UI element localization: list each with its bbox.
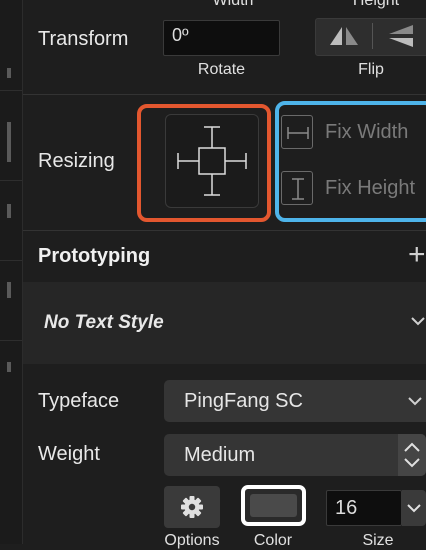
strip-divider <box>0 340 22 341</box>
resizing-constraint-widget[interactable] <box>165 114 259 208</box>
flip-label: Flip <box>358 61 384 78</box>
typeface-select[interactable]: PingFang SC <box>164 380 426 422</box>
flip-vertical-button[interactable] <box>373 19 426 53</box>
fix-height-icon <box>281 171 313 205</box>
strip-marker <box>7 122 11 162</box>
text-style-bar[interactable]: No Text Style <box>23 282 426 364</box>
flip-horizontal-button[interactable] <box>316 19 372 53</box>
color-swatch <box>250 494 297 517</box>
strip-marker <box>7 204 11 218</box>
fix-width-icon <box>281 115 313 149</box>
chevron-down-icon <box>407 504 421 513</box>
left-toolbar-strip <box>0 0 23 544</box>
text-color-well[interactable] <box>241 485 306 526</box>
transform-label: Transform <box>38 28 129 50</box>
height-label: Height <box>352 0 400 9</box>
strip-marker <box>7 362 11 372</box>
flip-horizontal-icon <box>330 27 358 45</box>
rotate-input[interactable]: 0º <box>163 20 280 56</box>
strip-divider <box>0 180 22 181</box>
add-prototyping-button[interactable]: + <box>408 238 426 272</box>
size-label: Size <box>362 532 394 549</box>
text-options-button[interactable] <box>164 486 220 528</box>
gear-icon <box>181 496 203 518</box>
width-label: Width <box>212 0 254 9</box>
chevron-down-icon <box>411 317 425 326</box>
options-label: Options <box>164 532 220 549</box>
section-divider <box>23 230 426 231</box>
strip-divider <box>0 90 22 91</box>
weight-label: Weight <box>38 443 100 465</box>
fix-width-option[interactable]: Fix Width <box>281 114 426 150</box>
weight-select[interactable]: Medium <box>164 434 426 476</box>
flip-vertical-icon <box>389 25 413 47</box>
color-label: Color <box>253 532 293 549</box>
fix-width-label: Fix Width <box>325 120 409 143</box>
fix-height-option[interactable]: Fix Height <box>281 170 426 206</box>
font-size-input[interactable]: 16 <box>326 490 402 526</box>
weight-stepper[interactable] <box>398 434 426 476</box>
up-down-chevron-icon <box>404 442 420 468</box>
fix-height-label: Fix Height <box>325 176 416 199</box>
strip-marker <box>7 282 11 298</box>
chevron-down-icon <box>408 397 422 406</box>
font-size-dropdown[interactable] <box>402 490 426 526</box>
strip-divider <box>0 260 22 261</box>
prototyping-title: Prototyping <box>38 245 151 267</box>
rotate-label: Rotate <box>197 61 246 78</box>
weight-value: Medium <box>184 443 256 466</box>
strip-marker <box>7 68 11 78</box>
pin-constraints-icon <box>177 126 247 196</box>
text-style-value: No Text Style <box>44 312 164 333</box>
inspector-panel: Width Height Transform 0º Rotate Flip Re… <box>23 0 426 549</box>
resizing-label: Resizing <box>38 150 115 172</box>
flip-segmented-control <box>315 18 426 56</box>
typeface-value: PingFang SC <box>184 389 303 412</box>
section-divider <box>23 94 426 95</box>
typeface-label: Typeface <box>38 390 120 412</box>
